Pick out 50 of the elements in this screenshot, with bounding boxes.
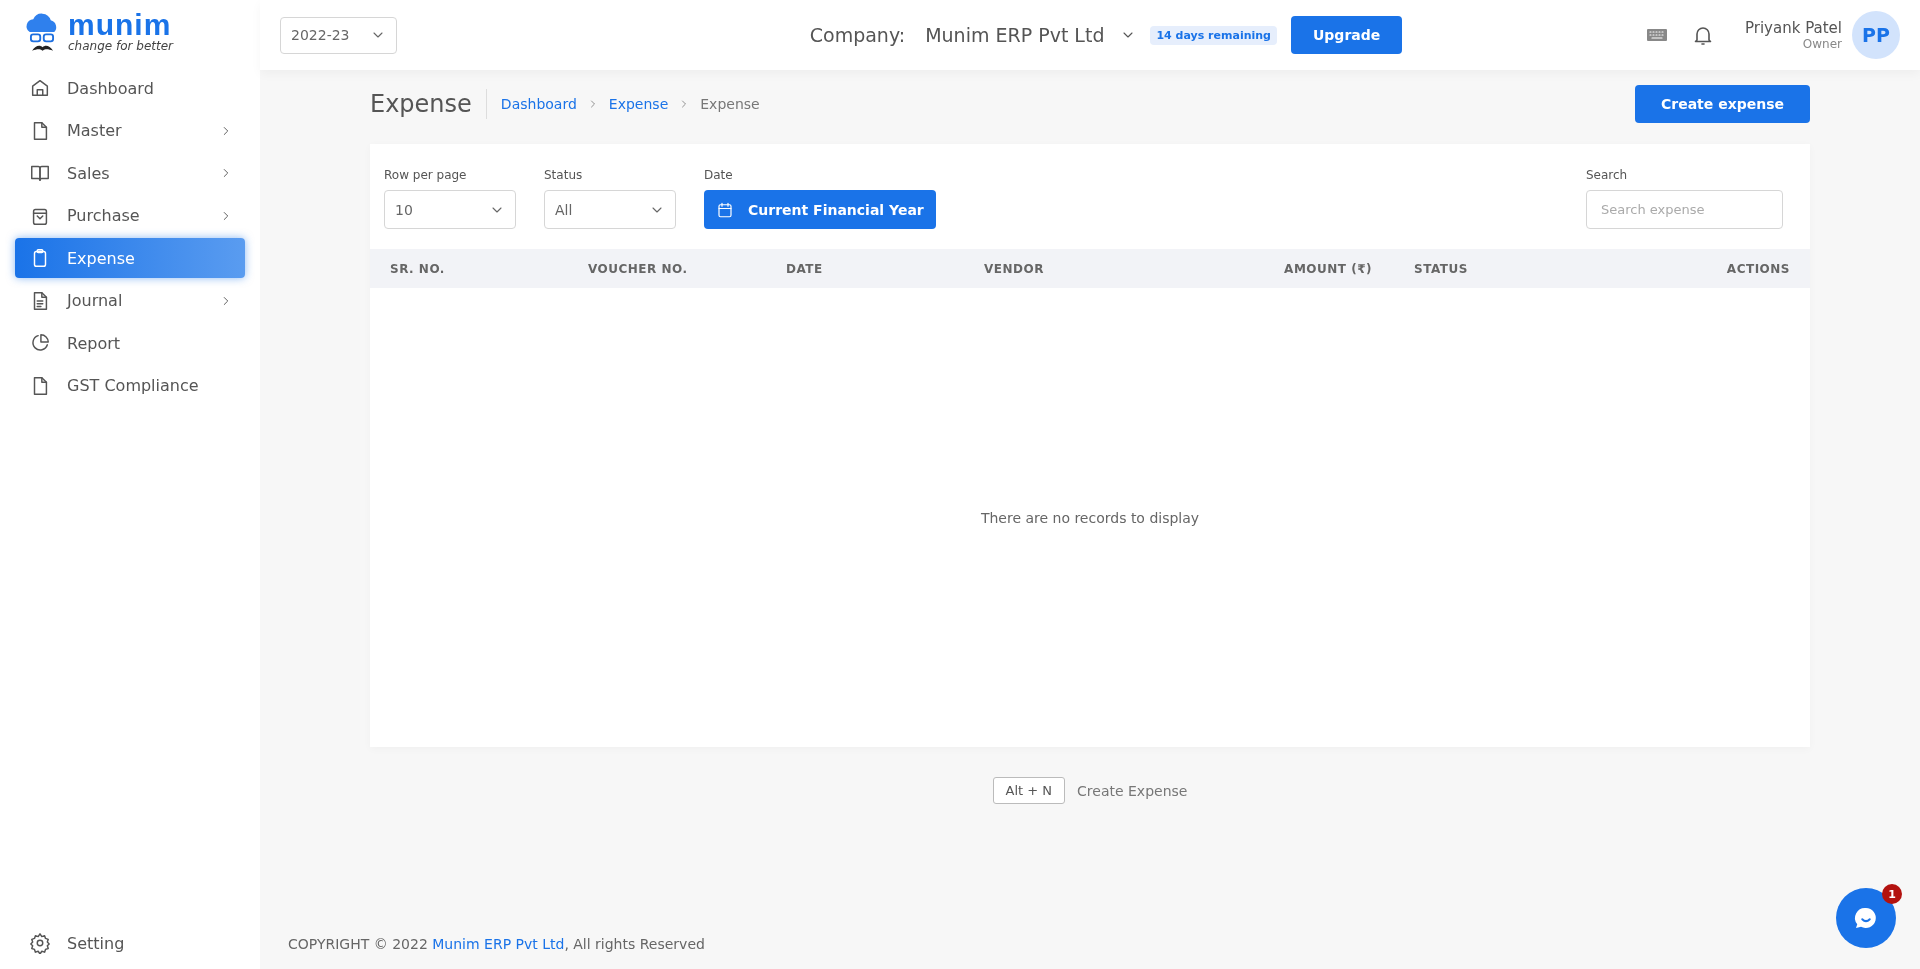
logo-tagline: change for better — [68, 39, 174, 53]
sidebar-item[interactable]: Purchase — [15, 195, 245, 236]
search-field[interactable]: Search expense — [1586, 190, 1783, 229]
shortcut-label: Create Expense — [1077, 782, 1188, 799]
column-header: DATE — [786, 261, 824, 276]
user-name: Priyank Patel — [1745, 19, 1842, 37]
notification-badge: 1 — [1882, 884, 1902, 904]
column-header: ACTIONS — [1725, 261, 1790, 276]
rows-select[interactable]: 10 — [384, 190, 516, 229]
company-link[interactable]: Munim ERP Pvt Ltd — [432, 936, 565, 952]
pie-chart-icon — [29, 332, 51, 354]
column-header: STATUS — [1413, 261, 1469, 276]
page-title: Expense — [370, 89, 487, 119]
create-expense-button[interactable]: Create expense — [1634, 85, 1810, 123]
field-label: Row per page — [384, 168, 468, 182]
company-label: Company: — [809, 24, 906, 46]
calendar-icon — [716, 200, 734, 219]
shortcut-key: Alt + N — [992, 777, 1066, 804]
sidebar-item[interactable]: Dashboard — [15, 68, 245, 108]
breadcrumb-link[interactable]: Expense — [608, 96, 669, 112]
sidebar-item[interactable]: Sales — [15, 153, 245, 193]
breadcrumb-current: Expense — [700, 96, 760, 112]
home-icon — [29, 77, 51, 99]
sidebar-item[interactable]: Expense — [15, 238, 245, 278]
sidebar-item[interactable]: Setting — [15, 923, 245, 963]
date-range-button[interactable]: Current Financial Year — [704, 190, 936, 229]
trial-badge: 14 days remaining — [1150, 25, 1277, 45]
sidebar-item[interactable]: Master — [15, 110, 245, 151]
settings-icon — [29, 932, 51, 954]
logo-wordmark: munim — [68, 11, 172, 39]
column-header: AMOUNT (₹) — [1283, 261, 1372, 276]
sidebar-item[interactable]: Journal — [15, 280, 245, 321]
user-role: Owner — [1801, 37, 1842, 51]
copyright-text: COPYRIGHT © 2022 Munim ERP Pvt Ltd, All rights Reserved — [288, 936, 705, 952]
sidebar-item[interactable]: Report — [15, 323, 245, 363]
company-select[interactable]: Munim ERP Pvt Ltd — [925, 24, 1137, 46]
column-header: VOUCHER NO. — [588, 261, 689, 276]
upgrade-button[interactable]: Upgrade — [1290, 16, 1403, 54]
sidebar-item[interactable]: GST Compliance — [15, 365, 245, 406]
status-select[interactable]: All — [544, 190, 676, 229]
breadcrumb-link[interactable]: Dashboard — [500, 96, 577, 112]
empty-message: There are no records to display — [980, 509, 1200, 526]
chat-button[interactable] — [1836, 888, 1896, 948]
avatar[interactable]: PP — [1852, 11, 1900, 59]
field-label: Search — [1586, 168, 1629, 182]
column-header: VENDOR — [984, 261, 1045, 276]
column-header: SR. NO. — [390, 261, 446, 276]
field-label: Date — [704, 168, 734, 182]
year-select[interactable]: 2022-23 — [280, 16, 397, 54]
field-label: Status — [544, 168, 584, 182]
